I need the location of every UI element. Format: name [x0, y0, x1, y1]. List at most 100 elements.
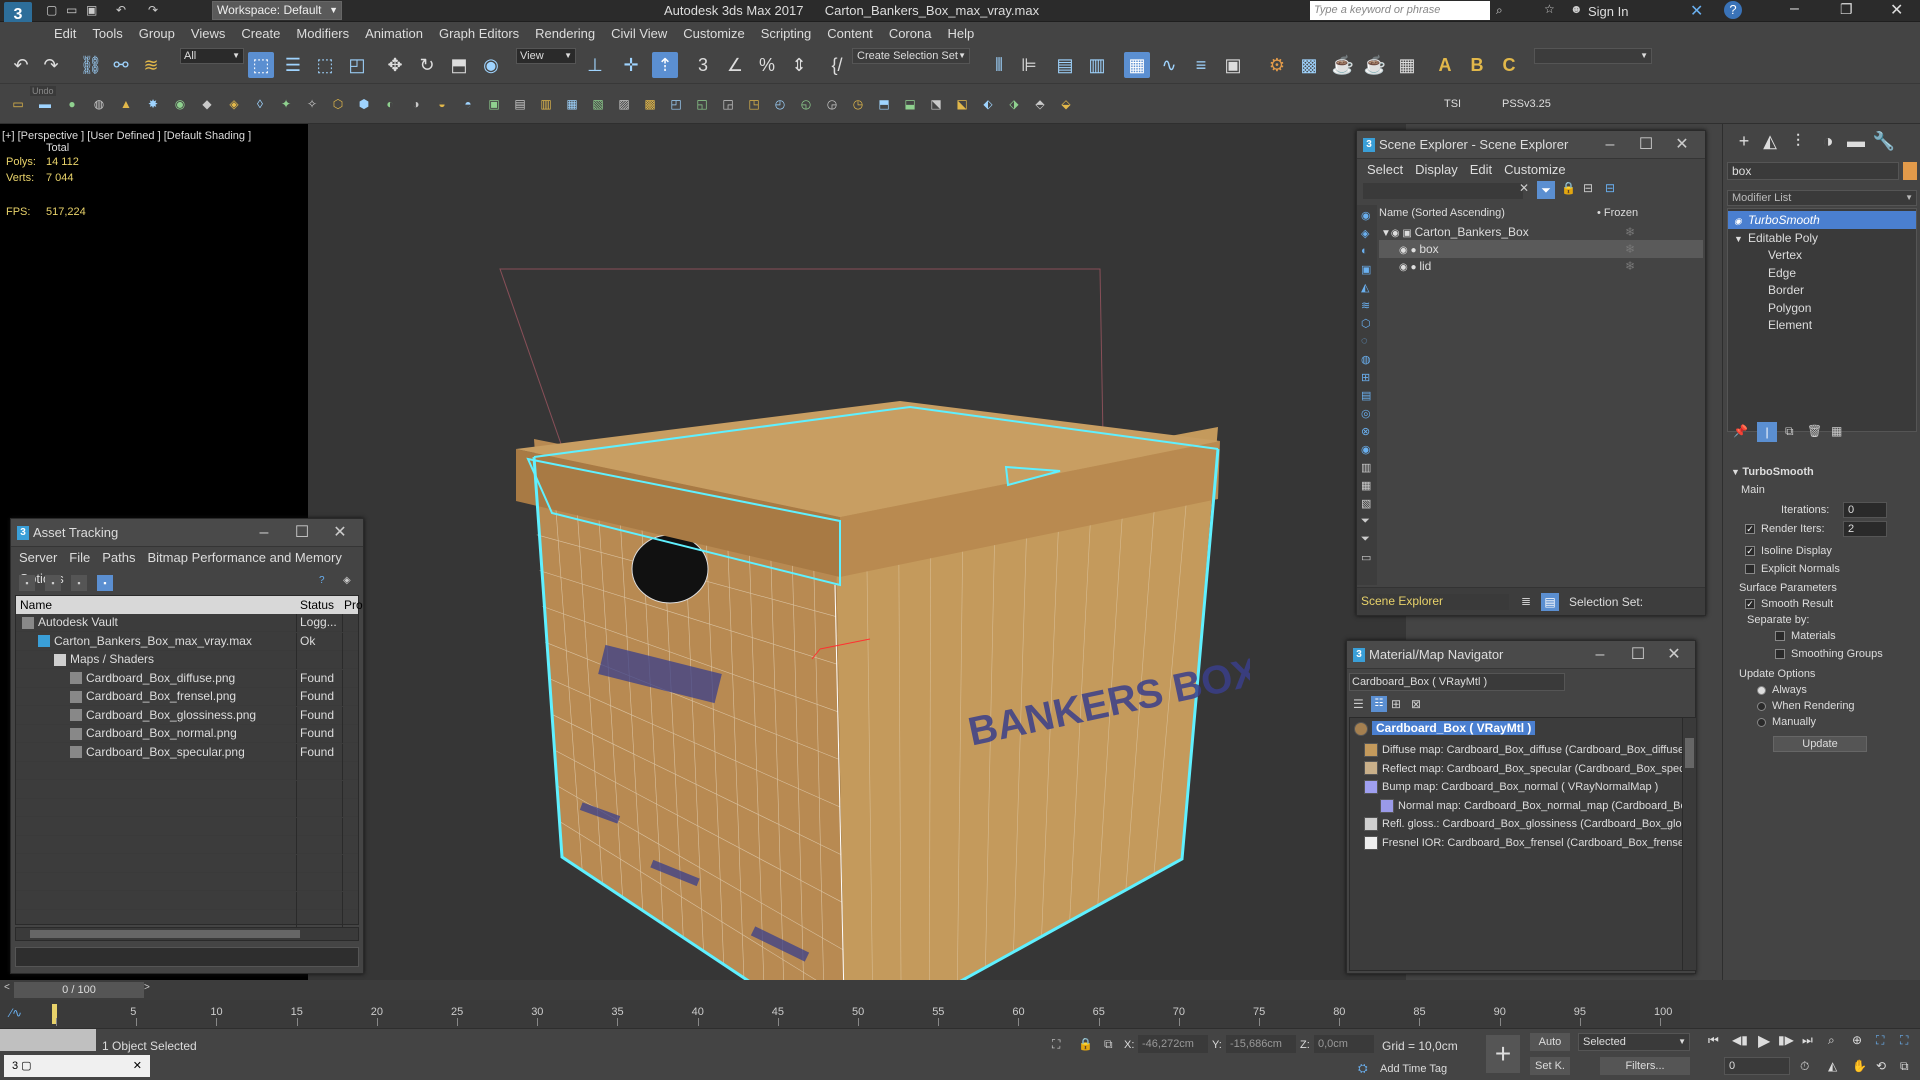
layer-icon[interactable]: ⊟	[1605, 181, 1615, 195]
material-map-item[interactable]: Normal map: Cardboard_Box_normal_map (Ca…	[1380, 796, 1692, 814]
redo-title-icon[interactable]: ↷	[148, 3, 158, 17]
asset-hscrollbar[interactable]	[15, 927, 359, 941]
object-color-swatch[interactable]	[1903, 162, 1917, 180]
set-key-big-icon[interactable]: +	[1486, 1035, 1520, 1073]
render-iterative-icon[interactable]: ▦	[1394, 52, 1420, 78]
maximize-icon[interactable]: ☐	[1631, 131, 1661, 159]
table-row[interactable]: Autodesk Vault Logg...	[16, 614, 358, 632]
utilities-tab-icon[interactable]: 🔧	[1871, 128, 1897, 154]
zoom-extents-icon[interactable]: ⛶	[1876, 1033, 1884, 1048]
redo-icon[interactable]: ↷	[38, 52, 64, 78]
close-window-button[interactable]: ✕	[1890, 0, 1903, 20]
render-frame-icon[interactable]: ☕	[1330, 52, 1356, 78]
pan-icon[interactable]: ✋	[1852, 1059, 1867, 1073]
scene-filter-icon[interactable]: ⏷	[1361, 533, 1370, 546]
minimize-window-button[interactable]: –	[1790, 0, 1799, 18]
col-name[interactable]: Name	[20, 596, 52, 614]
close-icon[interactable]: ✕	[325, 519, 355, 547]
dynamics-icon[interactable]: ◑	[406, 94, 426, 114]
settings-small-icon[interactable]: ◈	[343, 575, 351, 586]
scene-menu-customize[interactable]: Customize	[1498, 159, 1571, 180]
menu-scripting[interactable]: Scripting	[753, 22, 820, 45]
table-row[interactable]: Cardboard_Box_diffuse.png Found	[16, 669, 358, 688]
smooth-result-checkbox[interactable]: ✓ Smooth Result	[1745, 598, 1833, 610]
time-prev-button[interactable]: <	[4, 982, 10, 993]
menu-help[interactable]: Help	[939, 22, 982, 45]
scene-tree-item[interactable]: ◉ ● lid ❄	[1379, 257, 1703, 275]
text-c-icon[interactable]: C	[1496, 52, 1522, 78]
hierarchy-tab-icon[interactable]: ⫶	[1785, 128, 1811, 154]
placement-icon[interactable]: ◉	[478, 52, 504, 78]
inset-icon[interactable]: ⬘	[1030, 94, 1050, 114]
scene-search-field[interactable]	[1363, 183, 1523, 199]
file-icon[interactable]: ▪	[45, 575, 61, 591]
menu-content[interactable]: Content	[819, 22, 881, 45]
server-icon[interactable]: ▪	[19, 575, 35, 591]
iterations-spinner[interactable]: 0	[1843, 502, 1887, 518]
unlink-icon[interactable]: ⚯	[108, 52, 134, 78]
layer-explorer-icon[interactable]: ▤	[1052, 52, 1078, 78]
y-coord-field[interactable]: -15,686cm	[1226, 1035, 1296, 1053]
selection-set-icon[interactable]: ▤	[1541, 593, 1559, 611]
scene-filter-icon[interactable]: ◈	[1361, 227, 1369, 240]
menu-rendering[interactable]: Rendering	[527, 22, 603, 45]
scene-filter-icon[interactable]: ▤	[1361, 389, 1371, 402]
table-row[interactable]: Carton_Bankers_Box_max_vray.max Ok	[16, 632, 358, 651]
visibility-eye-icon[interactable]: ◉ ●	[1399, 245, 1419, 256]
expand-icon[interactable]: ▼	[1734, 230, 1748, 248]
scene-filter-icon[interactable]: ◌	[1361, 335, 1368, 347]
sun-icon[interactable]: ✸	[143, 94, 163, 114]
grid-view-icon[interactable]: ▪	[97, 575, 113, 591]
table-row[interactable]: Cardboard_Box_glossiness.png Found	[16, 706, 358, 725]
z-coord-field[interactable]: 0,0cm	[1314, 1035, 1374, 1053]
modifier-stack-item[interactable]: ▼ Editable Poly	[1728, 229, 1916, 247]
user-icon[interactable]: ☻	[1570, 2, 1583, 16]
view-list-icon[interactable]: ☰	[1353, 697, 1364, 711]
keyboard-shortcut-icon[interactable]: ⇡	[652, 52, 678, 78]
spacewarp-icon[interactable]: ✦	[276, 94, 296, 114]
tsi-label[interactable]: TSI	[1444, 98, 1461, 110]
pss-label[interactable]: PSSv3.25	[1502, 98, 1551, 110]
scene-filter-icon[interactable]: ◍	[1361, 353, 1371, 366]
asset-path-field[interactable]	[15, 947, 359, 967]
material-root-row[interactable]: Cardboard_Box ( VRayMtl )	[1354, 720, 1536, 736]
vray-sphere-icon[interactable]: ▧	[588, 94, 608, 114]
play-icon[interactable]: ▶	[1758, 1031, 1770, 1051]
workspace-dropdown[interactable]: Workspace: Default ▼	[212, 1, 342, 20]
object-name-field[interactable]: box	[1727, 162, 1899, 180]
scene-explorer-icon[interactable]: ▦	[1124, 52, 1150, 78]
lock-icon[interactable]: 🔒	[1561, 181, 1576, 195]
create-tab-icon[interactable]: +	[1731, 128, 1757, 154]
menu-modifiers[interactable]: Modifiers	[288, 22, 357, 45]
shape-icon[interactable]: ⬡	[328, 94, 348, 114]
scene-tree-item[interactable]: ◉ ● box ❄	[1379, 240, 1703, 258]
help-small-icon[interactable]: ?	[319, 575, 325, 586]
spinner-snap-icon[interactable]: ⇕	[786, 52, 812, 78]
align-icon[interactable]: ⊫	[1016, 52, 1042, 78]
menu-edit[interactable]: Edit	[46, 22, 84, 45]
layers-icon[interactable]: ≣	[1521, 594, 1531, 608]
current-frame-spinner[interactable]: 0	[1724, 1057, 1790, 1075]
render-iters-row[interactable]: ✓ Render Iters:	[1745, 523, 1825, 535]
chamfer-icon[interactable]: ⬕	[952, 94, 972, 114]
box-icon[interactable]: ▭	[8, 94, 28, 114]
search-input[interactable]: Type a keyword or phrase	[1310, 1, 1490, 20]
menu-graph-editors[interactable]: Graph Editors	[431, 22, 527, 45]
go-to-end-icon[interactable]: ⏭	[1802, 1033, 1813, 1048]
sign-in-link[interactable]: Sign In	[1588, 4, 1628, 19]
display-tab-icon[interactable]: ▬	[1843, 128, 1869, 154]
table-row[interactable]: Cardboard_Box_specular.png Found	[16, 743, 358, 762]
camera-icon[interactable]: ◈	[224, 94, 244, 114]
bevel-icon[interactable]: ⬖	[978, 94, 998, 114]
asset-menu-file[interactable]: File	[63, 547, 96, 568]
text-b-icon[interactable]: B	[1464, 52, 1490, 78]
material-map-item[interactable]: Bump map: Cardboard_Box_normal ( VRayNor…	[1364, 777, 1658, 795]
scene-filter-icon[interactable]: ▣	[1361, 263, 1371, 276]
materials-checkbox[interactable]: Materials	[1775, 630, 1836, 642]
x-coord-field[interactable]: -46,272cm	[1138, 1035, 1208, 1053]
move-icon[interactable]: ✥	[382, 52, 408, 78]
select-manipulate-icon[interactable]: ✛	[618, 52, 644, 78]
orbit-icon[interactable]: ⟲	[1876, 1059, 1886, 1073]
scale-icon[interactable]: ⬒	[446, 52, 472, 78]
schematic-view-icon[interactable]: ▣	[1220, 52, 1246, 78]
